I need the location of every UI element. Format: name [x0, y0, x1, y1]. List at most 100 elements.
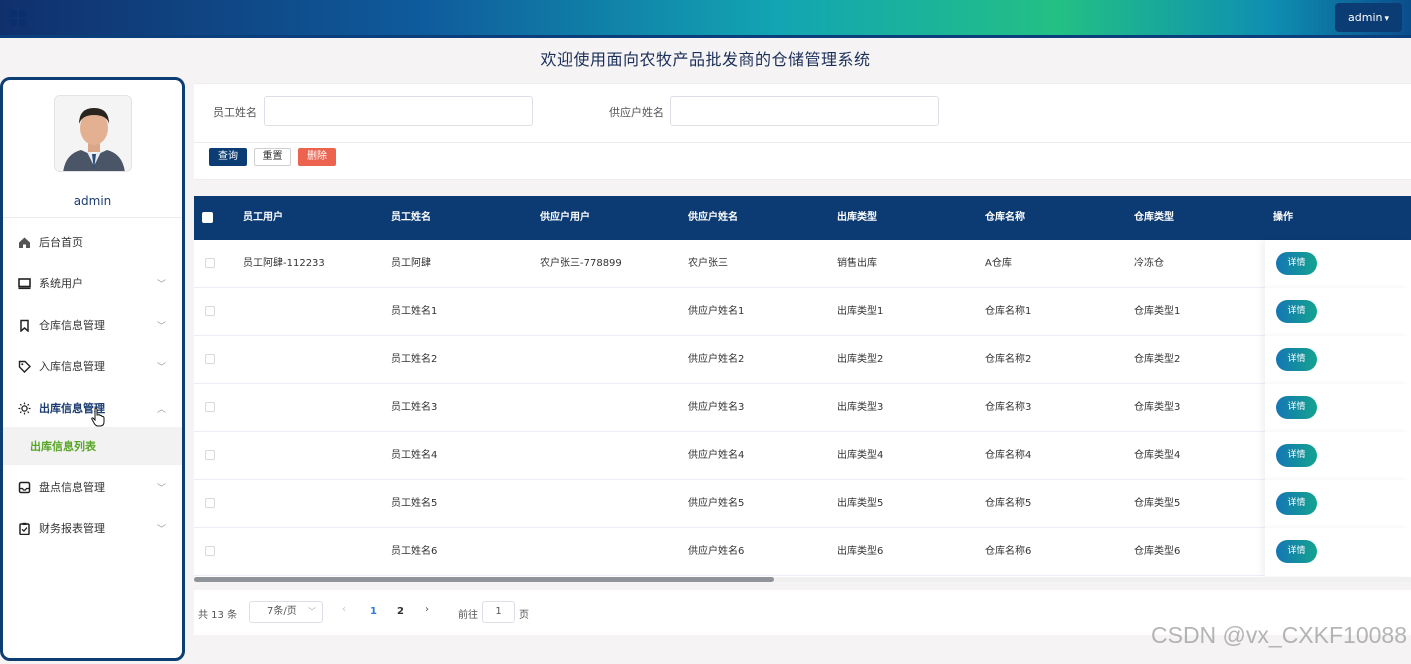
- next-page-button[interactable]: ›: [425, 604, 429, 615]
- page-number-2[interactable]: 2: [397, 606, 404, 617]
- column-header: 供应户姓名: [688, 212, 738, 223]
- table-cell: 员工姓名1: [391, 306, 438, 317]
- table-cell: 员工姓名2: [391, 354, 438, 365]
- table-cell: 出库类型5: [837, 498, 884, 509]
- sidebar-item-home[interactable]: 后台首页: [3, 222, 182, 262]
- supplier-name-label: 供应户姓名: [609, 106, 664, 119]
- goto-label: 前往: [458, 610, 478, 621]
- detail-button[interactable]: 详情: [1276, 540, 1317, 563]
- reset-button[interactable]: 重置: [254, 148, 291, 166]
- avatar: [54, 95, 132, 172]
- row-checkbox[interactable]: [205, 498, 215, 508]
- page-size-select[interactable]: 7条/页 ﹀: [249, 601, 323, 623]
- prev-page-button[interactable]: ‹: [342, 604, 346, 615]
- horizontal-scrollbar[interactable]: [194, 577, 774, 582]
- detail-button[interactable]: 详情: [1276, 396, 1317, 419]
- table-cell: 仓库类型2: [1134, 354, 1181, 365]
- table-cell: 仓库名称3: [985, 402, 1032, 413]
- table-cell: 供应户姓名5: [688, 498, 745, 509]
- chevron-down-icon: ﹀: [156, 483, 166, 494]
- table-row: 员工姓名3 供应户姓名3 出库类型3 仓库名称3 仓库类型3 详情: [194, 384, 1411, 432]
- chevron-down-icon: ﹀: [156, 279, 166, 290]
- employee-name-label: 员工姓名: [213, 106, 257, 119]
- hand-cursor-icon: [91, 407, 105, 430]
- admin-dropdown-button[interactable]: admin ▾: [1335, 3, 1402, 32]
- supplier-name-input[interactable]: [670, 96, 939, 126]
- table-cell: 员工姓名3: [391, 402, 438, 413]
- row-checkbox[interactable]: [205, 402, 215, 412]
- operation-cell: 详情: [1265, 240, 1411, 288]
- table-cell: 供应户姓名3: [688, 402, 745, 413]
- sidebar-item-label: 入库信息管理: [39, 360, 105, 373]
- tag-icon: [17, 359, 31, 373]
- operation-cell: 详情: [1265, 384, 1411, 432]
- menu-grid-icon[interactable]: [10, 10, 26, 26]
- sidebar-item-label: 后台首页: [39, 236, 83, 249]
- table-header: 员工用户 员工姓名 供应户用户 供应户姓名 出库类型 仓库名称 仓库类型 操作: [194, 196, 1411, 240]
- employee-name-input[interactable]: [264, 96, 533, 126]
- sidebar-subitem-outbound-list[interactable]: 出库信息列表: [3, 427, 182, 465]
- column-header: 供应户用户: [540, 212, 590, 223]
- detail-button[interactable]: 详情: [1276, 300, 1317, 323]
- row-checkbox[interactable]: [205, 546, 215, 556]
- table-cell: 员工阿肆-112233: [243, 258, 325, 269]
- chevron-down-icon: ﹀: [156, 524, 166, 535]
- row-checkbox[interactable]: [205, 306, 215, 316]
- admin-label: admin: [1348, 11, 1383, 24]
- sidebar-item-inbound[interactable]: 入库信息管理 ﹀: [3, 346, 182, 386]
- detail-button[interactable]: 详情: [1276, 252, 1317, 275]
- table-cell: 销售出库: [837, 258, 877, 269]
- detail-button[interactable]: 详情: [1276, 348, 1317, 371]
- operation-cell: 详情: [1265, 432, 1411, 480]
- sidebar-item-label: 财务报表管理: [39, 522, 105, 535]
- table-row: 员工阿肆-112233 员工阿肆 农户张三-778899 农户张三 销售出库 A仓库 冷冻仓…: [194, 240, 1411, 288]
- chevron-down-icon: ﹀: [308, 607, 316, 616]
- operation-cell: 详情: [1265, 480, 1411, 528]
- data-table: 员工用户 员工姓名 供应户用户 供应户姓名 出库类型 仓库名称 仓库类型 操作 …: [194, 196, 1411, 582]
- sidebar-item-label: 系统用户: [39, 277, 83, 290]
- table-row: 员工姓名1 供应户姓名1 出库类型1 仓库名称1 仓库类型1 详情: [194, 288, 1411, 336]
- table-cell: 仓库名称4: [985, 450, 1032, 461]
- chevron-down-icon: ﹀: [156, 362, 166, 373]
- table-cell: 出库类型6: [837, 546, 884, 557]
- sidebar-item-warehouse[interactable]: 仓库信息管理 ﹀: [3, 305, 182, 345]
- sidebar-item-system-users[interactable]: 系统用户 ﹀: [3, 263, 182, 303]
- table-cell: 出库类型2: [837, 354, 884, 365]
- home-icon: [17, 235, 31, 249]
- table-cell: 供应户姓名4: [688, 450, 745, 461]
- search-panel: 员工姓名 供应户姓名 查询 重置 删除: [194, 83, 1411, 180]
- sidebar-item-inventory[interactable]: 盘点信息管理 ﹀: [3, 467, 182, 507]
- row-checkbox[interactable]: [205, 354, 215, 364]
- query-button[interactable]: 查询: [209, 148, 247, 166]
- goto-page-input[interactable]: 1: [482, 601, 515, 623]
- table-row: 员工姓名4 供应户姓名4 出库类型4 仓库名称4 仓库类型4 详情: [194, 432, 1411, 480]
- table-cell: 出库类型3: [837, 402, 884, 413]
- detail-button[interactable]: 详情: [1276, 492, 1317, 515]
- table-cell: 农户张三-778899: [540, 258, 622, 269]
- column-header: 操作: [1273, 212, 1293, 223]
- table-cell: 出库类型1: [837, 306, 884, 317]
- column-header: 仓库名称: [985, 212, 1025, 223]
- table-cell: 仓库类型5: [1134, 498, 1181, 509]
- table-cell: 供应户姓名2: [688, 354, 745, 365]
- table-cell: 仓库类型1: [1134, 306, 1181, 317]
- pagination-total: 共 13 条: [198, 610, 238, 621]
- table-cell: 仓库名称6: [985, 546, 1032, 557]
- page-number-1[interactable]: 1: [370, 606, 377, 617]
- table-cell: 仓库名称1: [985, 306, 1032, 317]
- table-cell: A仓库: [985, 258, 1012, 269]
- delete-button[interactable]: 删除: [298, 148, 336, 166]
- detail-button[interactable]: 详情: [1276, 444, 1317, 467]
- column-header: 员工用户: [243, 212, 283, 223]
- sidebar-item-finance[interactable]: 财务报表管理 ﹀: [3, 508, 182, 548]
- row-checkbox[interactable]: [205, 450, 215, 460]
- table-cell: 仓库名称5: [985, 498, 1032, 509]
- divider: [3, 217, 182, 218]
- chevron-down-icon: ﹀: [156, 321, 166, 332]
- bookmark-icon: [17, 318, 31, 332]
- row-checkbox[interactable]: [205, 258, 215, 268]
- select-all-checkbox[interactable]: [202, 212, 213, 223]
- table-row: 员工姓名2 供应户姓名2 出库类型2 仓库名称2 仓库类型2 详情: [194, 336, 1411, 384]
- table-cell: 员工姓名5: [391, 498, 438, 509]
- top-bar: admin ▾: [0, 0, 1411, 38]
